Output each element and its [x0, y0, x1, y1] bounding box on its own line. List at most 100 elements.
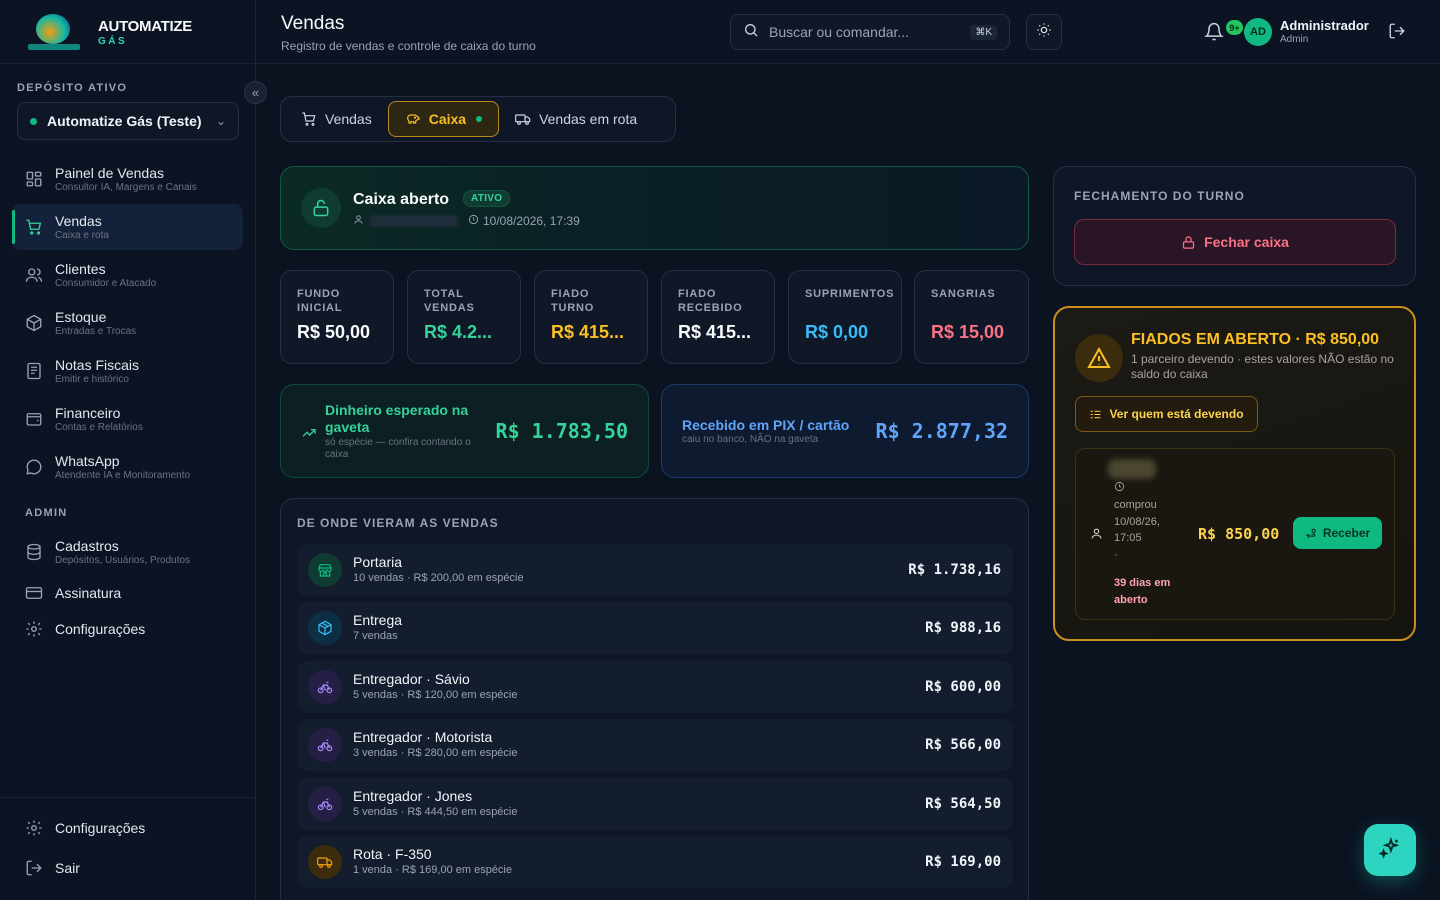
package-icon: [308, 611, 342, 645]
cash-expected-value: R$ 1.783,50: [495, 419, 628, 443]
status-dot: [30, 117, 37, 125]
user-icon: [1090, 527, 1103, 545]
cash-expected-title: Dinheiro esperado na gaveta: [325, 402, 469, 435]
user-role: Admin: [1280, 34, 1309, 45]
stat-value: R$ 415...: [678, 322, 752, 342]
search-placeholder: Buscar ou comandar...: [769, 24, 910, 40]
sidebar-item-notas-fiscais[interactable]: Notas Fiscais Emitir e histórico: [12, 348, 243, 394]
search-icon: [743, 22, 759, 43]
origin-name: Entregador · Sávio: [353, 671, 470, 687]
brand[interactable]: AUTOMATIZE GÁS: [26, 8, 192, 56]
sidebar-item-sub: Contas e Relatórios: [55, 421, 143, 433]
section-title: FECHAMENTO DO TURNO: [1074, 189, 1245, 203]
store-icon: [308, 553, 342, 587]
sidebar-item-painel[interactable]: Painel de Vendas Consultor IA, Margens e …: [12, 156, 243, 202]
sidebar-item-label: Financeiro: [55, 404, 121, 421]
view-debtors-label: Ver quem está devendo: [1109, 407, 1244, 421]
ai-assistant-button[interactable]: [1364, 824, 1416, 876]
sidebar-item-label: Vendas: [55, 212, 102, 229]
list-item[interactable]: Rota · F-350 1 venda · R$ 169,00 em espéc…: [297, 836, 1013, 888]
notifications-button[interactable]: [1204, 22, 1224, 42]
debt-days-open: 39 dias em aberto: [1114, 577, 1171, 606]
view-debtors-button[interactable]: Ver quem está devendo: [1075, 396, 1258, 432]
logout-button[interactable]: [1388, 22, 1408, 42]
stat-fiado-recebido: FIADO RECEBIDO R$ 415...: [661, 270, 775, 364]
sidebar-item-label: Configurações: [55, 820, 146, 836]
bike-icon: [308, 787, 342, 821]
origin-sub: 1 venda · R$ 169,00 em espécie: [353, 864, 512, 876]
caixa-status-card: Caixa aberto ATIVO 10/08/2026, 17:39: [280, 166, 1029, 250]
tab-vendas[interactable]: Vendas: [285, 101, 388, 137]
sidebar-item-sair[interactable]: Sair: [12, 845, 243, 891]
brand-logo: [26, 10, 82, 54]
debt-bought-label: comprou: [1114, 499, 1157, 511]
tab-vendas-em-rota[interactable]: Vendas em rota: [499, 101, 653, 137]
list-item[interactable]: Entrega 7 vendas R$ 988,16: [297, 602, 1013, 654]
sidebar-item-sub: Atendente IA e Monitoramento: [55, 469, 191, 481]
sidebar-item-clientes[interactable]: Clientes Consumidor e Atacado: [12, 252, 243, 298]
sidebar-item-configuracoes-admin[interactable]: Configurações: [12, 606, 243, 652]
stat-value: R$ 415...: [551, 322, 625, 342]
sidebar-item-vendas[interactable]: Vendas Caixa e rota: [12, 204, 243, 250]
brand-subtitle: GÁS: [98, 35, 128, 47]
sidebar-item-estoque[interactable]: Estoque Entradas e Trocas: [12, 300, 243, 346]
user-name: Administrador: [1280, 18, 1369, 33]
bike-icon: [308, 670, 342, 704]
lock-icon: [1182, 235, 1195, 249]
theme-toggle-button[interactable]: [1026, 14, 1062, 50]
brand-title: AUTOMATIZE: [98, 17, 192, 35]
sidebar-item-label: WhatsApp: [55, 452, 120, 469]
gear-icon: [25, 819, 43, 837]
receive-button[interactable]: Receber: [1293, 517, 1382, 549]
sidebar-item-label: Estoque: [55, 308, 107, 325]
origin-name: Rota · F-350: [353, 846, 432, 862]
user-icon: [353, 214, 364, 228]
deposit-select[interactable]: Automatize Gás (Teste) ⌄: [17, 102, 239, 140]
cash-expected-card: Dinheiro esperado na gaveta só espécie —…: [280, 384, 649, 478]
chevron-down-icon: ⌄: [215, 114, 226, 128]
opened-at: 10/08/2026, 17:39: [483, 214, 580, 228]
stat-value: R$ 15,00: [931, 322, 1005, 342]
origin-sub: 3 vendas · R$ 280,00 em espécie: [353, 747, 518, 759]
box-icon: [25, 314, 43, 332]
tab-label: Caixa: [428, 111, 467, 127]
stat-label: FIADO RECEBIDO: [678, 288, 743, 314]
list-item[interactable]: Portaria 10 vendas · R$ 200,00 em espécie…: [297, 544, 1013, 596]
origin-name: Entregador · Motorista: [353, 729, 493, 745]
stat-label: SUPRIMENTOS: [805, 288, 895, 300]
tab-caixa[interactable]: Caixa: [387, 101, 500, 137]
origin-value: R$ 1.738,16: [908, 562, 1001, 578]
stat-fundo-inicial: FUNDO INICIAL R$ 50,00: [280, 270, 394, 364]
stat-label: SANGRIAS: [931, 288, 996, 300]
gear-icon: [25, 620, 43, 638]
origin-value: R$ 600,00: [925, 679, 1001, 695]
list-item[interactable]: Entregador · Jones 5 vendas · R$ 444,50 e…: [297, 778, 1013, 830]
stat-value: R$ 50,00: [297, 322, 371, 342]
collapse-sidebar-button[interactable]: «: [244, 81, 267, 104]
pix-sub: caiu no banco, NÃO na gaveta: [682, 434, 819, 445]
warning-icon: [1075, 334, 1123, 382]
close-register-button[interactable]: Fechar caixa: [1074, 219, 1396, 265]
clock-icon: [1114, 479, 1125, 497]
origin-sub: 7 vendas: [353, 630, 398, 642]
page-subtitle: Registro de vendas e controle de caixa d…: [281, 39, 536, 53]
pix-value: R$ 2.877,32: [875, 419, 1008, 443]
trending-up-icon: [301, 425, 317, 446]
sidebar-item-financeiro[interactable]: Financeiro Contas e Relatórios: [12, 396, 243, 442]
origin-value: R$ 988,16: [925, 620, 1001, 636]
sidebar-item-sub: Depósitos, Usuários, Produtos: [55, 554, 191, 566]
search-input[interactable]: Buscar ou comandar... ⌘K: [730, 14, 1010, 50]
stat-fiado-turno: FIADO TURNO R$ 415...: [534, 270, 648, 364]
avatar[interactable]: AD: [1244, 18, 1272, 46]
users-icon: [25, 266, 43, 284]
origin-sub: 10 vendas · R$ 200,00 em espécie: [353, 572, 524, 584]
top-header: Vendas Registro de vendas e controle de …: [256, 0, 1440, 64]
debt-info: comprou 10/08/26, 17:05 ·: [1114, 497, 1184, 563]
stat-suprimentos: SUPRIMENTOS R$ 0,00: [788, 270, 902, 364]
list-item[interactable]: Entregador · Sávio 5 vendas · R$ 120,00 e…: [297, 661, 1013, 713]
logout-icon: [25, 859, 43, 877]
sidebar-item-whatsapp[interactable]: WhatsApp Atendente IA e Monitoramento: [12, 444, 243, 490]
receive-label: Receber: [1322, 526, 1371, 540]
list-item[interactable]: Entregador · Motorista 3 vendas · R$ 280,…: [297, 719, 1013, 771]
sidebar-item-cadastros[interactable]: Cadastros Depósitos, Usuários, Produtos: [12, 529, 243, 575]
